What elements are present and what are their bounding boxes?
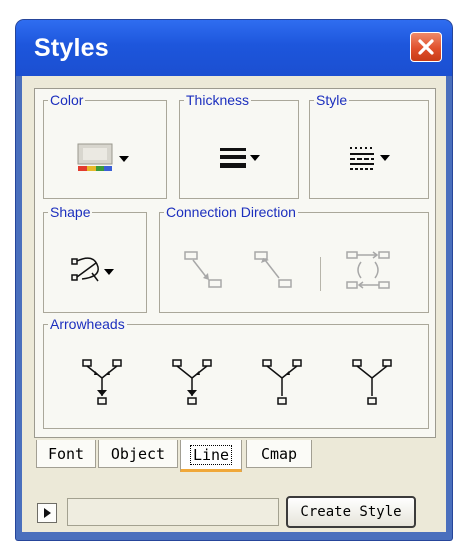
color-group-label: Color: [50, 92, 84, 108]
tab-line[interactable]: Line: [180, 440, 242, 472]
connection-direction-group: Connection Direction: [159, 205, 429, 313]
expand-button[interactable]: [37, 503, 57, 523]
thickness-group-label: Thickness: [186, 92, 250, 108]
arrowhead-option-2[interactable]: [160, 347, 224, 417]
connection-backward-button[interactable]: [244, 241, 304, 301]
window-title: Styles: [34, 34, 109, 62]
connection-forward-icon: [184, 251, 222, 288]
line-thickness-icon: [220, 148, 260, 168]
tab-font-label: Font: [47, 444, 85, 463]
line-thickness-button[interactable]: [198, 133, 282, 183]
styles-tabs: Font Object Line Cmap: [34, 440, 436, 472]
arrowhead-option-1[interactable]: [70, 347, 134, 417]
arrowhead-single-icon: [262, 359, 302, 405]
line-shape-icon: [71, 257, 114, 282]
connection-cycle-icon: [346, 251, 390, 289]
line-shape-button[interactable]: [56, 243, 136, 299]
styles-body: Color Thickness Style Shape Connection D…: [22, 76, 446, 532]
line-dash-style-icon: [350, 147, 390, 170]
shape-group: Shape: [43, 205, 147, 313]
close-icon: [418, 39, 434, 55]
play-icon: [44, 508, 51, 518]
line-color-button[interactable]: [64, 133, 148, 183]
tab-line-label: Line: [189, 444, 233, 465]
style-group: Style: [309, 93, 429, 199]
styles-window: Styles Color Thickness Style Shape Conne…: [16, 20, 452, 540]
shape-group-label: Shape: [50, 204, 91, 220]
style-name-input[interactable]: [67, 498, 279, 526]
style-group-label: Style: [316, 92, 348, 108]
arrowheads-group: Arrowheads: [43, 317, 429, 429]
close-button[interactable]: [410, 32, 442, 62]
title-bar[interactable]: Styles: [16, 20, 452, 76]
create-style-button[interactable]: Create Style: [286, 496, 416, 528]
tab-object[interactable]: Object: [98, 440, 178, 468]
line-style-button[interactable]: [328, 133, 412, 183]
arrowhead-all-icon: [82, 359, 122, 405]
tab-font[interactable]: Font: [36, 440, 96, 468]
connection-backward-icon: [254, 251, 292, 288]
line-color-icon: [77, 143, 129, 171]
arrowheads-group-label: Arrowheads: [50, 316, 125, 332]
arrowhead-option-3[interactable]: [250, 347, 314, 417]
connection-forward-button[interactable]: [174, 241, 234, 301]
arrowhead-option-4[interactable]: [340, 347, 404, 417]
arrowhead-none-icon: [352, 359, 392, 405]
line-style-panel: Color Thickness Style Shape Connection D…: [34, 88, 436, 438]
connection-divider: [320, 257, 321, 291]
thickness-group: Thickness: [179, 93, 299, 199]
tab-object-label: Object: [110, 444, 166, 463]
arrowhead-one-in-icon: [172, 359, 212, 405]
color-group: Color: [43, 93, 167, 199]
connection-direction-group-label: Connection Direction: [166, 204, 296, 220]
tab-cmap-label: Cmap: [260, 444, 298, 463]
connection-cycle-button[interactable]: [336, 241, 402, 301]
tab-cmap[interactable]: Cmap: [246, 440, 312, 468]
